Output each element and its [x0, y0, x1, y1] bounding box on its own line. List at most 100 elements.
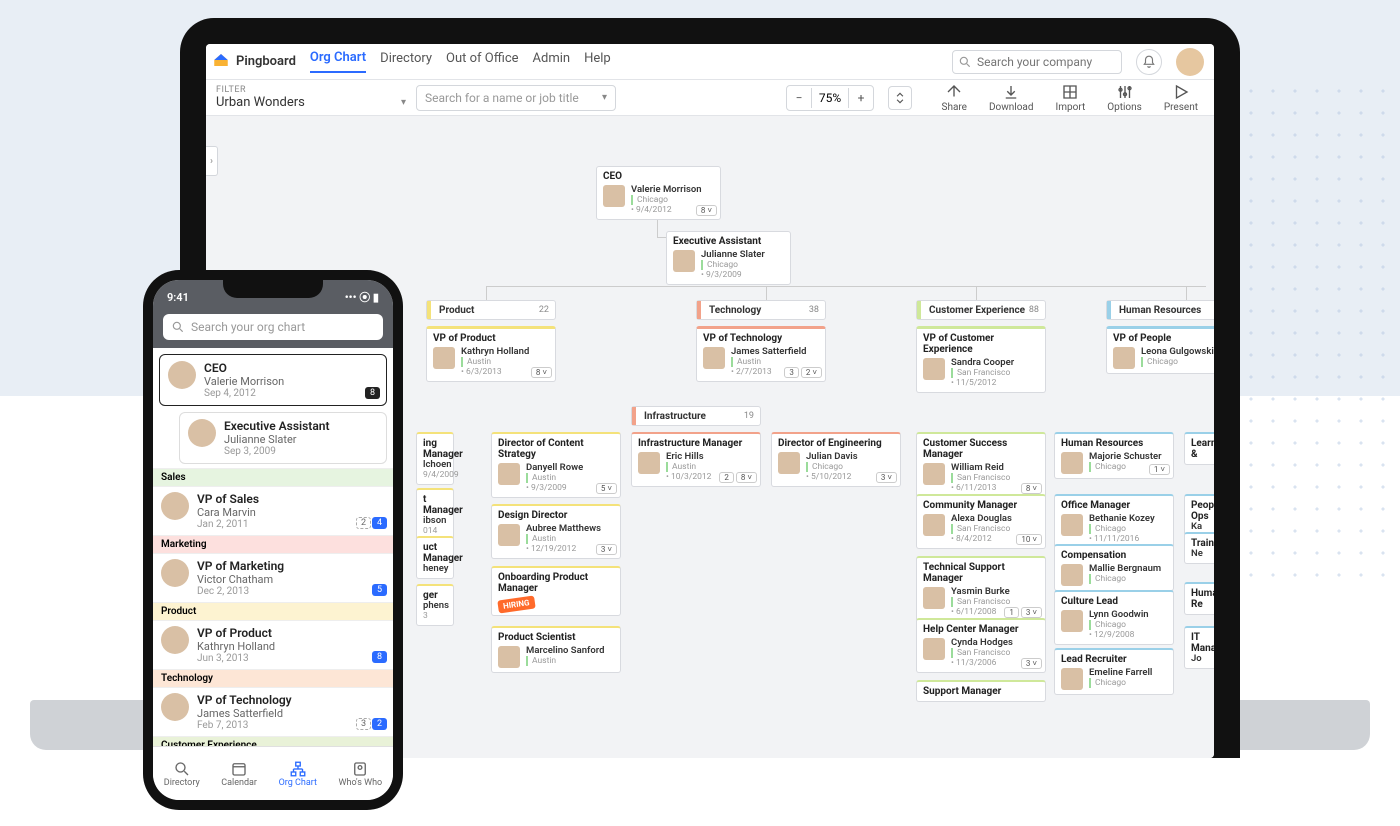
direct-reports-badge[interactable]: 8 ˅: [696, 205, 717, 216]
nav-help[interactable]: Help: [584, 51, 611, 72]
avatar: [923, 463, 945, 485]
dept-technology[interactable]: Technology38: [696, 300, 826, 320]
filter-label: FILTER: [216, 85, 406, 95]
node-partial[interactable]: ing Managerlchoen9/4/2009: [416, 432, 454, 485]
filter-value: Urban Wonders: [216, 95, 305, 110]
node-recruiter[interactable]: Lead RecruiterEmeline FarrellChicago: [1054, 648, 1174, 695]
node-hr-spec[interactable]: Human ResourcesMajorie SchusterChicago1 …: [1054, 432, 1174, 479]
phone-time: 9:41: [167, 291, 189, 304]
node-partial[interactable]: t Manageribson014: [416, 488, 454, 541]
node-comm-mgr[interactable]: Community ManagerAlexa DouglasSan Franci…: [916, 494, 1046, 549]
avatar: [603, 185, 625, 207]
phone-app: 9:41 ••• ⦿ ▮ Search your org chart CEOVa…: [153, 280, 393, 800]
avatar: [1061, 610, 1083, 632]
avatar: [188, 419, 216, 447]
node-opm[interactable]: Onboarding Product ManagerHIRING: [491, 566, 621, 616]
phone-org-list[interactable]: CEOValerie MorrisonSep 4, 20128 Executiv…: [153, 348, 393, 746]
name-search-placeholder: Search for a name or job title: [425, 91, 579, 105]
node-sm[interactable]: Support Manager: [916, 680, 1046, 702]
phone-tabbar: Directory Calendar Org Chart Who's Who: [153, 746, 393, 800]
collapse-all-button[interactable]: [888, 86, 912, 110]
avatar: [498, 646, 520, 668]
tab-whos-who[interactable]: Who's Who: [339, 760, 383, 788]
node-partial[interactable]: TrainingNe: [1184, 532, 1214, 564]
share-button[interactable]: Share: [936, 83, 973, 113]
expand-sidebar-tab[interactable]: ›: [206, 146, 218, 176]
dept-cx[interactable]: Customer Experience88: [916, 300, 1046, 320]
import-button[interactable]: Import: [1050, 83, 1092, 113]
node-eng-dir[interactable]: Director of EngineeringJulian DavisChica…: [771, 432, 901, 487]
node-vp-people[interactable]: VP of People Leona GulgowskiChicago: [1106, 326, 1214, 374]
node-design-dir[interactable]: Design DirectorAubree MatthewsAustin• 12…: [491, 504, 621, 559]
dept-product[interactable]: Product22: [426, 300, 556, 320]
node-comp[interactable]: CompensationMallie BergnaumChicago: [1054, 544, 1174, 591]
brand-logo[interactable]: Pingboard: [212, 51, 296, 73]
node-title: CEO: [603, 171, 714, 182]
phone-row-marketing[interactable]: VP of MarketingVictor ChathamDec 2, 2013…: [153, 553, 393, 602]
phone-ea-card[interactable]: Executive AssistantJulianne SlaterSep 3,…: [179, 412, 387, 464]
zoom-out-button[interactable]: −: [787, 86, 811, 110]
node-partial[interactable]: gerphens3: [416, 584, 454, 626]
avatar: [923, 587, 945, 609]
search-icon: [958, 55, 972, 73]
avatar: [1061, 452, 1083, 474]
avatar: [433, 347, 455, 369]
avatar: [498, 524, 520, 546]
avatar: [1061, 514, 1083, 536]
dept-infrastructure[interactable]: Infrastructure19: [631, 406, 761, 426]
search-icon: [171, 320, 185, 334]
tab-calendar[interactable]: Calendar: [221, 760, 257, 788]
node-culture[interactable]: Culture LeadLynn GoodwinChicago• 12/9/20…: [1054, 590, 1174, 645]
node-dcs[interactable]: Director of Content StrategyDanyell Rowe…: [491, 432, 621, 498]
node-vp-product[interactable]: VP of Product Kathryn HollandAustin• 6/3…: [426, 326, 556, 382]
notifications-button[interactable]: [1136, 49, 1162, 75]
node-vp-tech[interactable]: VP of Technology James SatterfieldAustin…: [696, 326, 826, 382]
nav-admin[interactable]: Admin: [533, 51, 571, 72]
phone-row-tech[interactable]: VP of TechnologyJames SatterfieldFeb 7, …: [153, 687, 393, 736]
avatar: [161, 559, 189, 587]
user-avatar[interactable]: [1176, 48, 1204, 76]
global-search[interactable]: [952, 50, 1122, 74]
phone-dept-marketing: Marketing: [153, 535, 393, 553]
node-partial[interactable]: IT ManagerJo: [1184, 626, 1214, 669]
tab-directory[interactable]: Directory: [164, 760, 200, 788]
dept-hr[interactable]: Human Resources: [1106, 300, 1214, 320]
node-partial[interactable]: People OpsKa: [1184, 494, 1214, 537]
phone-search[interactable]: Search your org chart: [163, 314, 383, 340]
node-ps[interactable]: Product ScientistMarcelino SanfordAustin: [491, 626, 621, 673]
node-partial[interactable]: uct Managerheney: [416, 536, 454, 579]
avatar: [161, 492, 189, 520]
filter-dropdown[interactable]: FILTER Urban Wonders▾: [216, 85, 406, 110]
node-vp-cx[interactable]: VP of Customer Experience Sandra CooperS…: [916, 326, 1046, 393]
phone-ceo-card[interactable]: CEOValerie MorrisonSep 4, 20128: [159, 354, 387, 406]
global-search-input[interactable]: [952, 50, 1122, 74]
nav-directory[interactable]: Directory: [380, 51, 432, 72]
phone-frame: 9:41 ••• ⦿ ▮ Search your org chart CEOVa…: [143, 270, 403, 810]
node-ea[interactable]: Executive Assistant Julianne SlaterChica…: [666, 231, 791, 285]
avatar: [778, 452, 800, 474]
logo-icon: [212, 51, 230, 73]
node-csm[interactable]: Customer Success ManagerWilliam ReidSan …: [916, 432, 1046, 498]
phone-search-placeholder: Search your org chart: [191, 320, 305, 334]
present-button[interactable]: Present: [1158, 83, 1204, 113]
phone-dept-product: Product: [153, 602, 393, 620]
phone-row-product[interactable]: VP of ProductKathryn HollandJun 3, 20138: [153, 620, 393, 669]
node-hcm[interactable]: Help Center ManagerCynda HodgesSan Franc…: [916, 618, 1046, 673]
node-ceo[interactable]: CEO Valerie MorrisonChicago• 9/4/2012 8 …: [596, 166, 721, 220]
nav-org-chart[interactable]: Org Chart: [310, 50, 366, 73]
name-search[interactable]: Search for a name or job title ▾: [416, 85, 616, 111]
phone-row-sales[interactable]: VP of SalesCara MarvinJan 2, 201124: [153, 486, 393, 535]
nav-out-of-office[interactable]: Out of Office: [446, 51, 518, 72]
node-partial[interactable]: Human Re: [1184, 582, 1214, 615]
node-partial[interactable]: Learning &: [1184, 432, 1214, 465]
node-office-mgr[interactable]: Office ManagerBethanie KozeyChicago• 11/…: [1054, 494, 1174, 549]
options-button[interactable]: Options: [1101, 83, 1148, 113]
node-infra-mgr[interactable]: Infrastructure ManagerEric HillsAustin• …: [631, 432, 761, 487]
tab-org-chart[interactable]: Org Chart: [279, 760, 317, 788]
avatar: [673, 250, 695, 272]
download-button[interactable]: Download: [983, 83, 1040, 113]
zoom-in-button[interactable]: +: [849, 86, 873, 110]
avatar: [923, 638, 945, 660]
avatar: [1113, 347, 1135, 369]
node-tsm[interactable]: Technical Support ManagerYasmin BurkeSan…: [916, 556, 1046, 622]
